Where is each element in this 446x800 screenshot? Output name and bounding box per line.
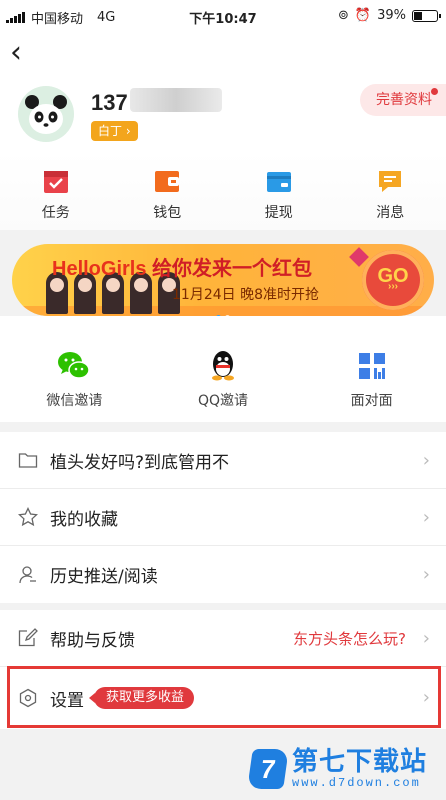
chevron-right-icon: › bbox=[422, 628, 430, 649]
watermark-url: www.d7down.com bbox=[292, 776, 421, 790]
complete-profile-label: 完善资料 bbox=[376, 92, 432, 108]
quick-action-label: 提现 bbox=[264, 205, 293, 221]
quick-action-label: 消息 bbox=[376, 205, 405, 221]
menu-item-label: 植头发好吗?到底管用不 bbox=[50, 452, 230, 473]
banner-title-text: 给你发来一个红包 bbox=[152, 258, 313, 280]
task-icon bbox=[43, 168, 69, 194]
invite-wechat[interactable]: 微信邀请 bbox=[19, 350, 129, 422]
invite-label: 微信邀请 bbox=[46, 393, 103, 409]
chevron-right-icon: › bbox=[422, 507, 430, 528]
menu-group-2: 帮助与反馈 东方头条怎么玩? › 设置 获取更多收益 › bbox=[0, 610, 446, 729]
invite-qq[interactable]: QQ邀请 bbox=[168, 350, 278, 422]
menu-item-settings[interactable]: 设置 获取更多收益 › bbox=[0, 667, 446, 729]
qq-icon bbox=[206, 350, 240, 382]
help-hint-link[interactable]: 东方头条怎么玩? bbox=[293, 628, 406, 649]
banner-title-brand: HelloGirls bbox=[52, 258, 147, 280]
quick-action-wallet[interactable]: 钱包 bbox=[127, 168, 207, 222]
watermark-name: 第七下载站 bbox=[292, 747, 428, 777]
username: 137 bbox=[91, 90, 128, 115]
message-icon bbox=[377, 168, 403, 194]
quick-action-message[interactable]: 消息 bbox=[350, 168, 430, 222]
hexagon-icon bbox=[18, 688, 38, 708]
banner-subtitle: 11月24日 晚8准时开抢 bbox=[172, 287, 319, 303]
star-icon bbox=[17, 506, 39, 527]
invite-row: 微信邀请 QQ邀请 面对面 bbox=[0, 316, 446, 422]
quick-actions: 任务 钱包 提现 消息 bbox=[0, 168, 446, 222]
back-arrow-icon[interactable]: ‹ bbox=[10, 38, 22, 68]
chevron-right-icon: › bbox=[422, 564, 430, 585]
watermark: 7 第七下载站 www.d7down.com bbox=[247, 747, 428, 790]
battery-percent: 39% bbox=[377, 8, 406, 23]
invite-label: QQ邀请 bbox=[197, 393, 248, 409]
panda-icon bbox=[18, 86, 74, 142]
masked-username bbox=[130, 88, 222, 112]
status-bar: 中国移动 4G 下午10:47 ⊚ ⏰ 39% bbox=[0, 0, 446, 34]
invite-face-to-face[interactable]: 面对面 bbox=[317, 350, 427, 422]
menu-item-article[interactable]: 植头发好吗?到底管用不 › bbox=[0, 432, 446, 489]
menu-item-label: 我的收藏 bbox=[50, 509, 118, 530]
battery-icon bbox=[412, 9, 441, 22]
earn-more-badge: 获取更多收益 bbox=[88, 687, 195, 709]
level-badge[interactable]: 白丁 › bbox=[91, 121, 138, 141]
menu-item-label: 设置 bbox=[50, 690, 84, 711]
menu-item-help[interactable]: 帮助与反馈 东方头条怎么玩? › bbox=[0, 610, 446, 667]
invite-label: 面对面 bbox=[350, 393, 393, 409]
edit-icon bbox=[18, 628, 38, 648]
quick-action-label: 任务 bbox=[41, 205, 70, 221]
menu-item-label: 历史推送/阅读 bbox=[50, 567, 158, 587]
profile-header: ‹ 137 白丁 › 完善资料 任务 钱包 提现 消息 bbox=[0, 34, 446, 230]
banner-title: HelloGirls 给你发来一个红包 bbox=[52, 252, 312, 281]
chevron-right-icon: › bbox=[422, 687, 430, 708]
menu-item-history[interactable]: 历史推送/阅读 › bbox=[0, 546, 446, 603]
wechat-icon bbox=[57, 350, 91, 382]
notification-dot bbox=[431, 88, 438, 95]
quick-action-withdraw[interactable]: 提现 bbox=[239, 168, 319, 222]
chevron-right-icon: › bbox=[422, 450, 430, 471]
quick-action-label: 钱包 bbox=[153, 205, 182, 221]
withdraw-icon bbox=[266, 168, 292, 194]
person-icon bbox=[18, 565, 38, 585]
menu-item-favorites[interactable]: 我的收藏 › bbox=[0, 489, 446, 546]
avatar[interactable] bbox=[18, 86, 74, 142]
go-arrows: ››› bbox=[388, 281, 398, 292]
folder-icon bbox=[18, 450, 38, 470]
quick-action-task[interactable]: 任务 bbox=[16, 168, 96, 222]
alarm-icon: ⏰ bbox=[354, 8, 372, 23]
menu-group-1: 植头发好吗?到底管用不 › 我的收藏 › 历史推送/阅读 › bbox=[0, 432, 446, 603]
rotation-lock-icon: ⊚ bbox=[338, 8, 349, 23]
complete-profile-button[interactable]: 完善资料 bbox=[360, 84, 446, 116]
qr-grid-icon bbox=[355, 350, 389, 382]
wallet-icon bbox=[154, 168, 180, 194]
watermark-logo: 7 bbox=[247, 749, 289, 789]
menu-item-label: 帮助与反馈 bbox=[50, 630, 135, 651]
banner-go-button[interactable]: GO ››› bbox=[362, 250, 424, 310]
